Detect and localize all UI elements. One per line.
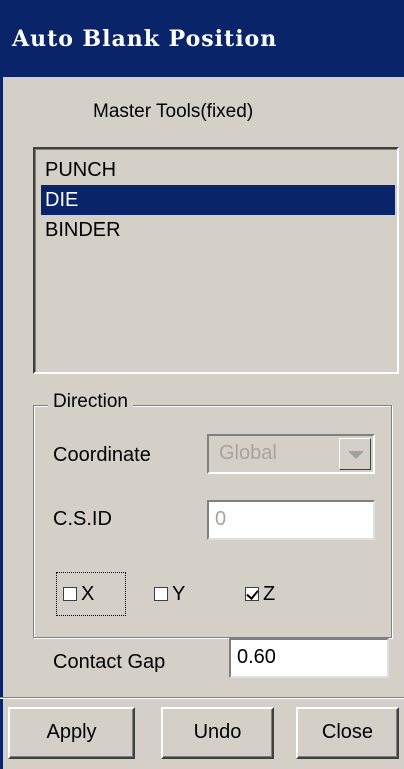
checkbox-y-box[interactable] [154, 587, 168, 601]
close-button[interactable]: Close [296, 707, 399, 759]
checkbox-x-box[interactable] [63, 587, 77, 601]
list-item-binder[interactable]: BINDER [41, 215, 395, 245]
checkbox-z-label: Z [263, 583, 276, 605]
direction-legend: Direction [48, 389, 133, 415]
coordinate-select[interactable]: Global [207, 434, 375, 474]
window-left-edge [0, 77, 3, 769]
window-title: Auto Blank Position [12, 26, 278, 52]
dropdown-button[interactable] [339, 438, 371, 470]
coordinate-select-value: Global [219, 442, 277, 464]
checkbox-z-box[interactable] [245, 587, 259, 601]
auto-blank-position-window: Auto Blank Position Master Tools(fixed) … [0, 0, 404, 769]
undo-button[interactable]: Undo [161, 707, 274, 759]
checkbox-z[interactable]: Z [245, 582, 275, 606]
list-item-die[interactable]: DIE [41, 185, 395, 215]
contact-gap-label: Contact Gap [53, 651, 166, 673]
chevron-down-icon [348, 451, 364, 459]
title-bar[interactable]: Auto Blank Position [0, 0, 404, 77]
csid-label: C.S.ID [53, 508, 112, 530]
coordinate-label: Coordinate [53, 444, 151, 466]
apply-button[interactable]: Apply [8, 707, 135, 759]
checkbox-x[interactable]: X [63, 582, 94, 606]
master-tools-label: Master Tools(fixed) [93, 101, 254, 122]
checkbox-y[interactable]: Y [154, 582, 185, 606]
contact-gap-input[interactable]: 0.60 [229, 638, 389, 678]
button-bar-divider-highlight [0, 698, 404, 699]
checkbox-y-label: Y [172, 583, 186, 605]
checkbox-x-label: X [81, 583, 95, 605]
csid-input[interactable]: 0 [207, 500, 375, 540]
list-item-punch[interactable]: PUNCH [41, 155, 395, 185]
master-tools-list[interactable]: PUNCH DIE BINDER [33, 147, 399, 374]
